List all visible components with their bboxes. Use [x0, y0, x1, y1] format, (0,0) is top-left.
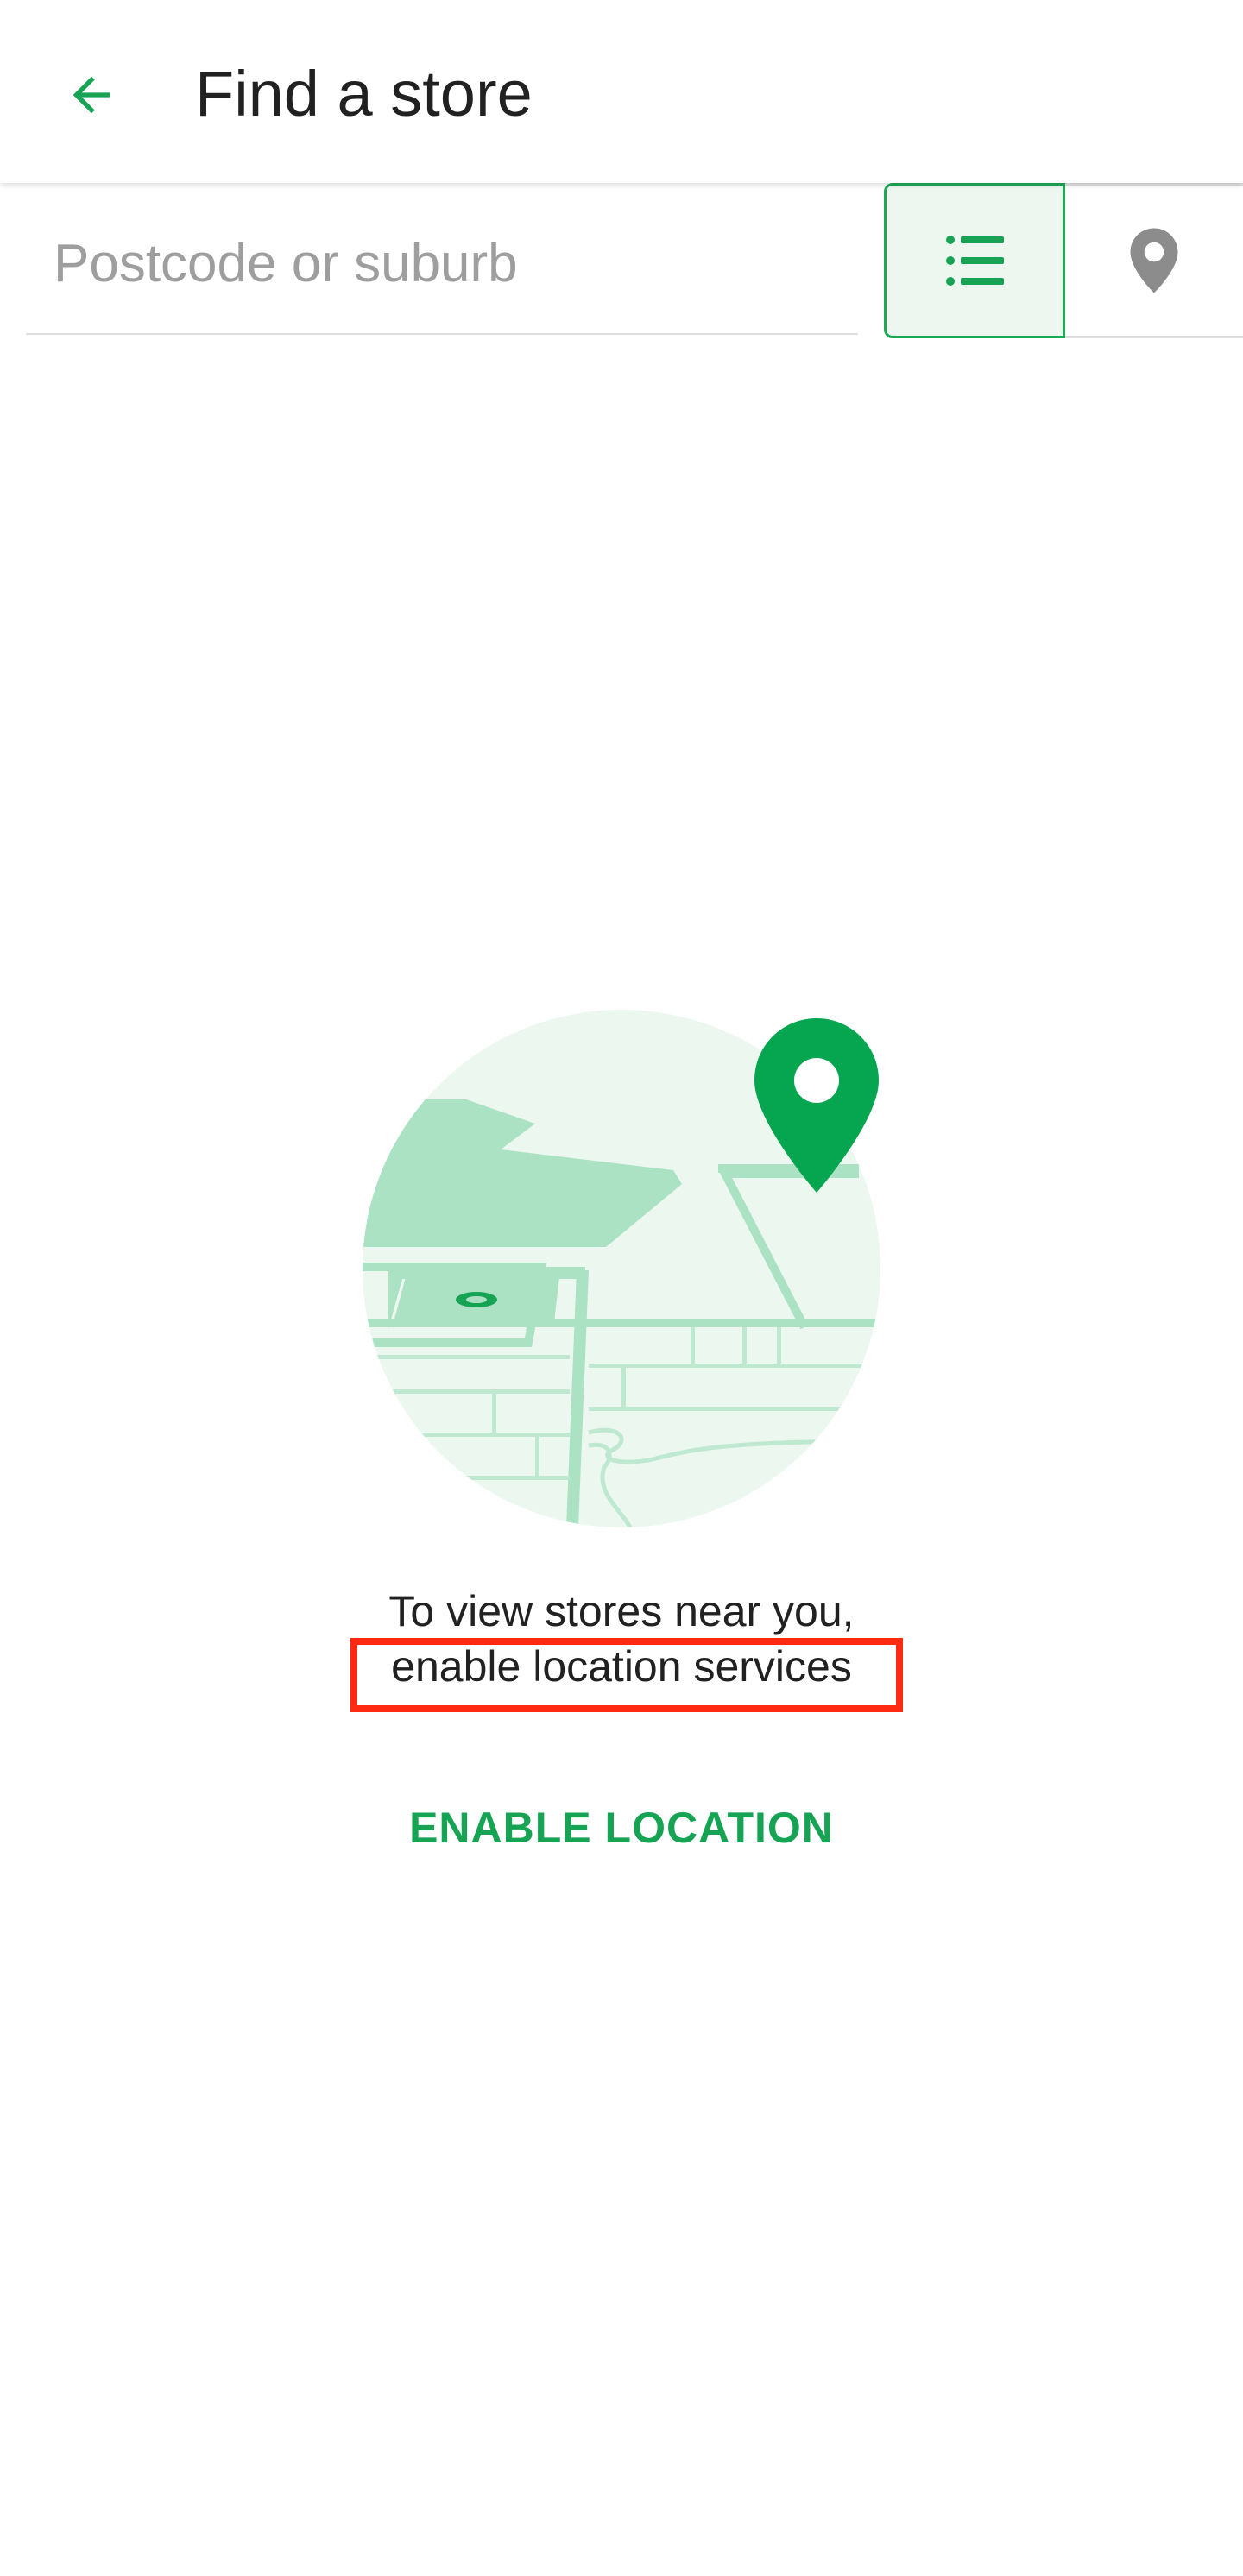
message-line-2: enable location services	[391, 1642, 852, 1691]
page-title: Find a store	[195, 58, 533, 129]
map-view-button[interactable]	[1065, 186, 1243, 336]
arrow-back-icon	[73, 76, 110, 114]
enable-location-button[interactable]: ENABLE LOCATION	[363, 1785, 880, 1871]
app-bar: Find a store	[0, 0, 1243, 183]
empty-state-message: To view stores near you, enable location…	[0, 1584, 1243, 1694]
find-store-screen: Find a store Postcode or suburb To view …	[0, 0, 1243, 2576]
postcode-search-input[interactable]	[26, 193, 858, 335]
map-location-illustration	[363, 1010, 880, 1527]
message-line-1: To view stores near you,	[388, 1587, 855, 1635]
back-button[interactable]	[41, 45, 142, 145]
view-toggle	[884, 183, 1243, 338]
location-pin-icon	[1130, 228, 1178, 293]
list-view-button[interactable]	[884, 183, 1065, 338]
list-icon	[945, 236, 1004, 286]
